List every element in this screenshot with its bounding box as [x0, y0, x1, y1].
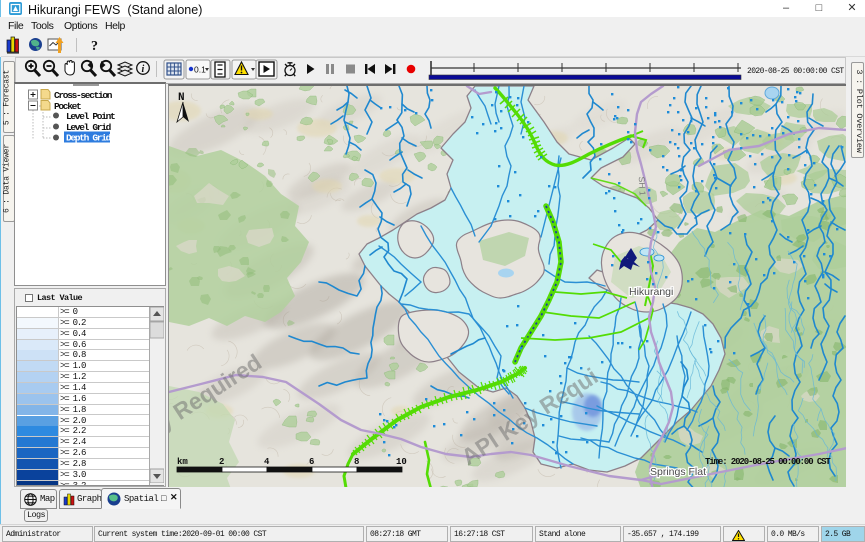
svg-text:Level Grid: Level Grid: [66, 122, 112, 133]
svg-text:SH 1: SH 1: [637, 176, 648, 196]
svg-text:Springs Flat: Springs Flat: [650, 466, 706, 478]
svg-text:Depth Grid: Depth Grid: [66, 133, 112, 144]
svg-text:Cross-section: Cross-section: [54, 90, 113, 101]
svg-text:4: 4: [264, 457, 270, 467]
svg-text:i: i: [142, 64, 145, 75]
svg-text:km: km: [177, 457, 188, 467]
svg-text:N: N: [178, 92, 185, 104]
svg-text:Level Point: Level Point: [66, 111, 115, 122]
svg-text:0.1: 0.1: [194, 65, 206, 75]
svg-text:2020-08-25 00:00:00 CST: 2020-08-25 00:00:00 CST: [747, 67, 844, 76]
svg-text:Time: 2020-08-25 00:00:00 CST: Time: 2020-08-25 00:00:00 CST: [705, 457, 831, 467]
svg-text:Hikurangi: Hikurangi: [629, 286, 673, 298]
svg-text:2: 2: [219, 457, 224, 467]
svg-text:6: 6: [309, 457, 314, 467]
svg-text:8: 8: [354, 457, 359, 467]
svg-text:10: 10: [396, 457, 407, 467]
svg-text:?: ?: [91, 39, 98, 54]
